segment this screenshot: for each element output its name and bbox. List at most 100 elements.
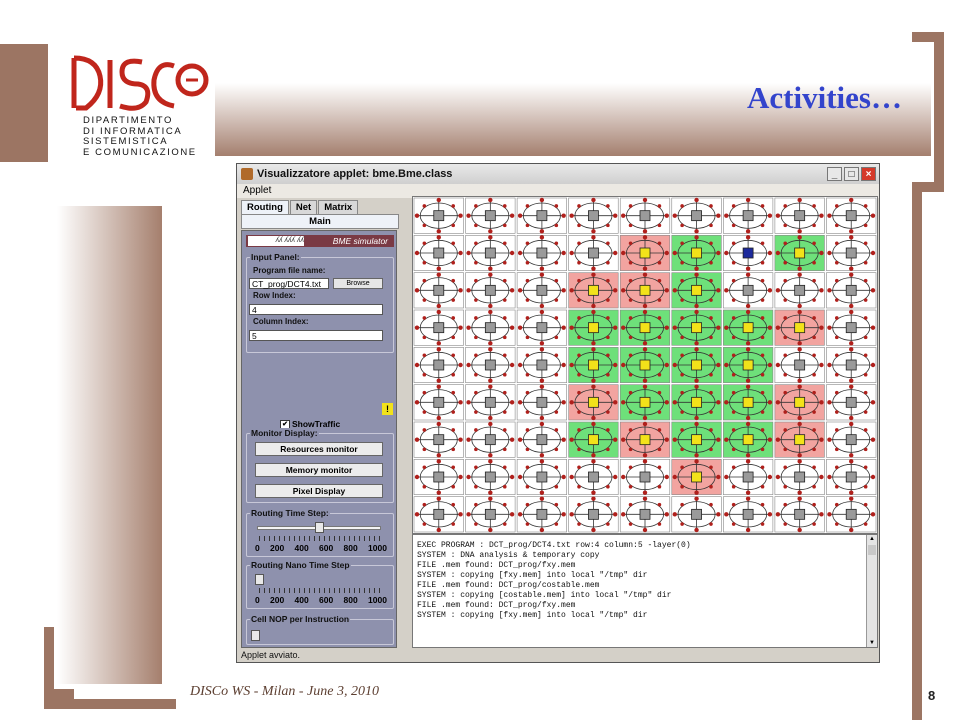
processing-element [845,471,857,483]
router-node [783,241,788,246]
router-node [488,421,493,427]
router-node [525,390,530,395]
scroll-thumb[interactable] [868,545,876,555]
tab-main[interactable]: Main [241,214,399,229]
minimize-icon[interactable]: _ [827,167,842,181]
router-node [474,447,478,452]
router-node [694,415,699,421]
router-node [451,428,456,432]
console-line: FILE .mem found: DCT_prog/fxy.mem [417,561,576,570]
router-node [827,213,832,218]
router-node [436,341,441,346]
routing-time-step-slider[interactable] [315,522,324,533]
router-node [554,223,559,228]
router-node [783,428,788,432]
tab-net[interactable]: Net [289,200,318,214]
column-index-field[interactable]: 5 [249,330,383,341]
router-node [849,197,854,203]
router-node [561,325,566,330]
router-node [775,325,781,330]
close-icon[interactable]: × [861,167,876,181]
router-node [628,353,633,358]
pixel-display-button[interactable]: Pixel Display [255,484,383,498]
tick-label: 1000 [368,595,387,605]
router-node [767,362,773,368]
router-node [502,260,507,265]
router-node [680,241,684,246]
router-node [422,223,427,228]
router-node [760,335,765,340]
router-node [577,278,581,283]
router-node [716,512,721,517]
router-node [474,204,478,208]
router-node [724,325,729,330]
router-node [849,347,854,352]
router-node [767,437,773,442]
resources-monitor-button[interactable]: Resources monitor [255,442,383,456]
router-node [561,437,566,442]
tab-routing[interactable]: Routing [241,200,289,214]
maximize-icon[interactable]: □ [844,167,859,181]
router-node [745,272,751,277]
router-node [436,415,441,421]
router-node [745,341,751,346]
row-index-field[interactable]: 4 [249,304,383,315]
router-node [827,512,832,517]
router-node [775,400,781,405]
router-node [709,390,713,395]
window-titlebar[interactable]: Visualizzatore applet: bme.Bme.class _ □… [237,164,879,184]
router-node [870,437,876,442]
slide-footer: DISCo WS - Milan - June 3, 2010 [190,684,379,699]
router-node [870,362,876,368]
cell-nop-slider[interactable] [251,630,260,641]
router-node [849,415,854,421]
router-node [451,353,456,358]
router-node [694,272,699,277]
program-file-field[interactable]: CT_prog/DCT4.txt [249,278,329,289]
router-node [863,278,868,283]
router-node [606,410,610,414]
browse-button[interactable]: Browse [333,278,383,289]
router-node [628,316,633,320]
router-node [672,512,677,517]
router-node [657,522,662,526]
tick-label: 200 [270,595,285,605]
tick-label: 200 [270,543,285,553]
router-node [509,213,515,218]
router-node [436,421,441,427]
router-node [775,474,781,480]
router-node [767,250,773,256]
processing-element [742,322,754,334]
routing-nano-time-step-slider[interactable] [255,574,264,585]
scroll-down-icon[interactable]: ▼ [867,639,877,647]
processing-element [845,508,857,520]
tab-matrix[interactable]: Matrix [318,200,359,214]
router-node [525,260,530,265]
scroll-up-icon[interactable]: ▲ [867,535,877,543]
router-node [414,437,420,442]
processing-element [742,247,754,259]
router-node [621,400,626,405]
router-node [561,250,566,256]
router-node [797,496,802,501]
processing-element [484,210,496,222]
console-output[interactable]: EXEC PROGRAM : DCT_prog/DCT4.txt row:4 c… [412,534,878,648]
console-scrollbar[interactable]: ▲ ▼ [866,535,877,647]
router-node [863,502,868,507]
router-node [502,335,507,340]
router-node [680,484,684,489]
network-grid[interactable] [412,196,878,534]
router-node [474,428,478,432]
router-node [724,213,729,218]
router-node [474,522,478,526]
router-node [849,527,854,533]
decor-bar-left-top [0,44,48,162]
router-node [680,223,684,228]
router-node [502,390,507,395]
applet-window[interactable]: Visualizzatore applet: bme.Bme.class _ □… [236,163,880,663]
processing-element [536,508,548,520]
router-node [827,288,832,293]
memory-monitor-button[interactable]: Memory monitor [255,463,383,477]
router-node [680,390,684,395]
decor-frame-bottom-left [44,627,74,699]
